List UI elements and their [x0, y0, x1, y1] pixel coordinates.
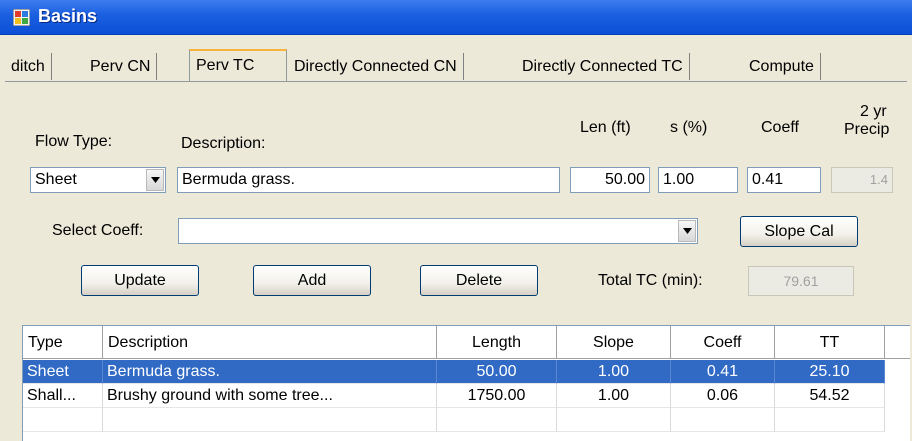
- delete-button[interactable]: Delete: [420, 265, 538, 296]
- title-bar: Basins: [0, 0, 912, 35]
- tab-perv-cn[interactable]: Perv CN: [84, 53, 158, 80]
- slope-label: s (%): [670, 119, 708, 136]
- window-title: Basins: [38, 6, 98, 26]
- cell-length[interactable]: 1750.00: [437, 384, 557, 408]
- select-coeff-dropdown[interactable]: [178, 218, 698, 244]
- cell-tt[interactable]: 25.10: [775, 360, 885, 384]
- coeff-label: Coeff: [761, 119, 799, 136]
- cell-type[interactable]: [23, 408, 103, 432]
- cell-coeff[interactable]: 0.41: [671, 360, 775, 384]
- grid-header: Type Description Length Slope Coeff TT: [23, 326, 910, 359]
- tab-ditch[interactable]: ditch: [5, 53, 52, 80]
- description-label: Description:: [181, 135, 266, 152]
- slope-cal-button[interactable]: Slope Cal: [740, 216, 858, 247]
- flow-type-label: Flow Type:: [35, 133, 113, 150]
- cell-slope[interactable]: [557, 408, 671, 432]
- update-button[interactable]: Update: [81, 265, 199, 296]
- column-header-description[interactable]: Description: [103, 326, 437, 358]
- chevron-down-icon[interactable]: [146, 169, 164, 191]
- total-tc-label: Total TC (min):: [598, 272, 703, 289]
- cell-description[interactable]: Brushy ground with some tree...: [103, 384, 437, 408]
- tab-directly-connected-tc[interactable]: Directly Connected TC: [516, 53, 690, 80]
- cell-slope[interactable]: 1.00: [557, 360, 671, 384]
- len-label: Len (ft): [580, 119, 631, 136]
- description-field[interactable]: Bermuda grass.: [177, 167, 560, 193]
- tab-panel-border: [5, 81, 907, 82]
- select-coeff-label: Select Coeff:: [52, 222, 144, 239]
- cell-type[interactable]: Sheet: [23, 360, 103, 384]
- tc-segments-grid[interactable]: Type Description Length Slope Coeff TT S…: [22, 325, 910, 441]
- cell-description[interactable]: Bermuda grass.: [103, 360, 437, 384]
- total-tc-field: 79.61: [748, 266, 854, 296]
- column-header-type[interactable]: Type: [23, 326, 103, 358]
- cell-type[interactable]: Shall...: [23, 384, 103, 408]
- column-header-coeff[interactable]: Coeff: [671, 326, 775, 358]
- cell-tt[interactable]: 54.52: [775, 384, 885, 408]
- precip-field: 1.4: [831, 167, 893, 193]
- column-header-slope[interactable]: Slope: [557, 326, 671, 358]
- cell-tt[interactable]: [775, 408, 885, 432]
- add-button[interactable]: Add: [253, 265, 371, 296]
- cell-slope[interactable]: 1.00: [557, 384, 671, 408]
- tab-perv-tc[interactable]: Perv TC: [189, 49, 287, 82]
- precip-label-line1: 2 yr: [860, 103, 887, 120]
- flow-type-select[interactable]: Sheet: [30, 167, 166, 193]
- precip-label-line2: Precip: [844, 121, 890, 138]
- window-app-icon: [13, 9, 30, 26]
- tab-compute[interactable]: Compute: [743, 53, 821, 80]
- cell-coeff[interactable]: [671, 408, 775, 432]
- coeff-field[interactable]: 0.41: [747, 167, 821, 193]
- column-header-tt[interactable]: TT: [775, 326, 885, 358]
- cell-length[interactable]: [437, 408, 557, 432]
- len-field[interactable]: 50.00: [570, 167, 650, 193]
- chevron-down-icon[interactable]: [678, 220, 696, 242]
- cell-description[interactable]: [103, 408, 437, 432]
- cell-coeff[interactable]: 0.06: [671, 384, 775, 408]
- column-header-length[interactable]: Length: [437, 326, 557, 358]
- tab-directly-connected-cn[interactable]: Directly Connected CN: [288, 53, 464, 80]
- slope-field[interactable]: 1.00: [658, 167, 738, 193]
- cell-length[interactable]: 50.00: [437, 360, 557, 384]
